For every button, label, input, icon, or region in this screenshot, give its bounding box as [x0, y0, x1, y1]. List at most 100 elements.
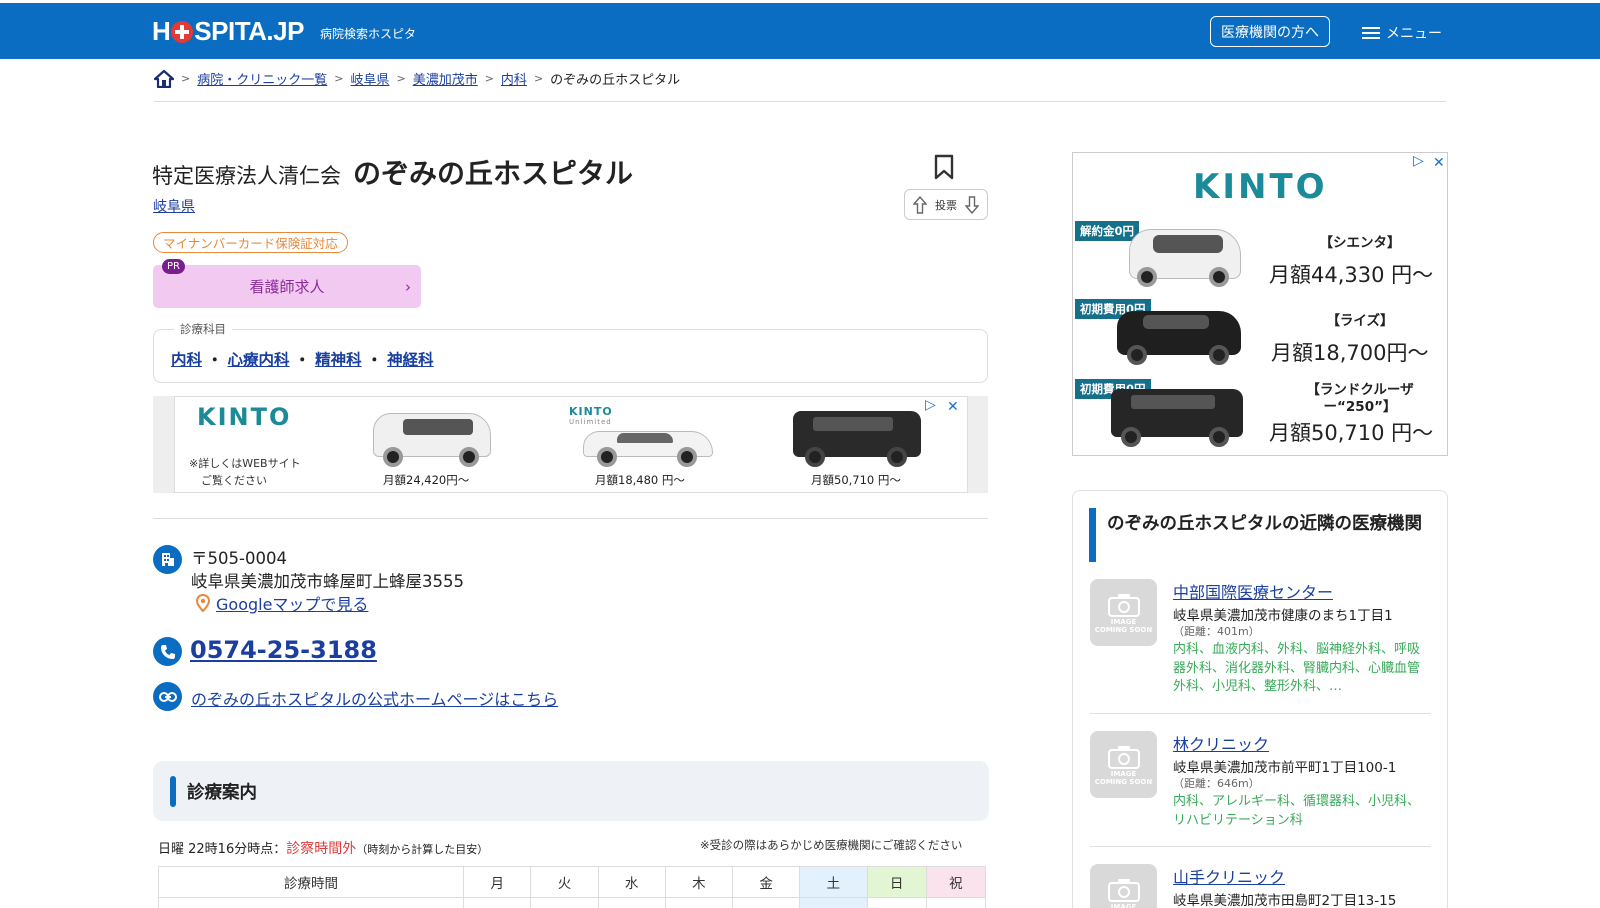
- nearby-distance: （距離：646m）: [1173, 777, 1260, 790]
- page-title: 特定医療法人清仁会 のぞみの丘ホスピタル: [152, 152, 633, 192]
- breadcrumb-separator: >: [484, 72, 494, 85]
- ad-car-landcruiser-image: [1109, 381, 1245, 451]
- ad-model-price: 月額18,700円〜: [1271, 341, 1429, 365]
- chevron-right-icon: ›: [405, 278, 411, 296]
- breadcrumb-hospital-list[interactable]: 病院・クリニック一覧: [197, 69, 327, 88]
- department-link[interactable]: 神経科: [387, 348, 434, 370]
- camera-icon: [1107, 593, 1140, 617]
- image-coming-soon-thumbnail[interactable]: IMAGE COMING SOON: [1090, 864, 1157, 908]
- schedule-header-wed: 水: [597, 866, 666, 898]
- nurse-recruit-button[interactable]: PR 看護師求人 ›: [153, 259, 421, 308]
- breadcrumb-separator: >: [181, 72, 191, 85]
- hospital-corporation: 特定医療法人清仁会: [152, 164, 341, 188]
- ad-kinto-logo: KINTO: [197, 403, 292, 431]
- logo-text-rest: SPITA.JP: [194, 16, 304, 46]
- nearby-address: 岐阜県美濃加茂市田島町2丁目13-15: [1173, 893, 1397, 908]
- breadcrumb-separator: >: [533, 72, 544, 85]
- ad-kinto-small-text: KINTO: [569, 405, 613, 418]
- schedule-header-hours: 診療時間: [157, 866, 465, 898]
- hours-status: 日曜 22時16分時点：診察時間外（時刻から計算した目安）: [158, 838, 488, 858]
- breadcrumb-city[interactable]: 美濃加茂市: [413, 69, 478, 88]
- ad-note: ※詳しくはWEBサイト ご覧ください: [189, 455, 301, 489]
- nearby-separator: [1090, 713, 1431, 714]
- nearby-name-link[interactable]: 山手クリニック: [1173, 864, 1285, 888]
- adchoices-icon[interactable]: ▷: [925, 397, 936, 413]
- phone-number-link[interactable]: 0574-25-3188: [190, 636, 377, 664]
- department-link[interactable]: 精神科: [315, 348, 362, 370]
- breadcrumb-prefecture[interactable]: 岐阜県: [350, 69, 389, 88]
- nearby-name-link[interactable]: 中部国際医療センター: [1173, 579, 1333, 603]
- ad-car-minivan-image: [373, 409, 493, 471]
- ad-car-raize-image: [1113, 301, 1243, 371]
- image-coming-soon-thumbnail[interactable]: IMAGE COMING SOON: [1090, 579, 1157, 646]
- official-homepage-link[interactable]: のぞみの丘ホスピタルの公式ホームページはこちら: [191, 686, 558, 710]
- schedule-header-tue: 火: [530, 866, 599, 898]
- ad-banner: KINTO ※詳しくはWEBサイト ご覧ください 月額24,420円〜 KINT…: [153, 396, 988, 493]
- section-divider: [153, 518, 988, 519]
- thumb-text: COMING SOON: [1094, 777, 1153, 786]
- vote-widget[interactable]: 投票: [904, 189, 988, 220]
- bookmark-icon[interactable]: [934, 154, 954, 180]
- ad-close-icon[interactable]: ✕: [1433, 155, 1445, 171]
- downvote-arrow-icon[interactable]: [965, 195, 979, 214]
- nearby-departments: 内科、アレルギー科、循環器科、小児科、リハビリテーション科: [1173, 794, 1421, 828]
- google-map-link-row: Googleマップで見る: [196, 591, 368, 615]
- schedule-header-sun: 日: [866, 866, 927, 898]
- nearby-title: のぞみの丘ホスピタルの近隣の医療機関: [1107, 514, 1422, 534]
- ad-close-icon[interactable]: ✕: [947, 399, 959, 415]
- link-icon: [153, 682, 182, 711]
- logo-cross-icon: [171, 20, 194, 43]
- sidebar-ad[interactable]: KINTO ▷ ✕ 解約金0円 【シエンタ】 月額44,330 円〜 初期費用0…: [1072, 152, 1448, 456]
- google-map-link[interactable]: Googleマップで見る: [216, 591, 368, 615]
- sidebar-ad-kinto-logo: KINTO: [1193, 167, 1328, 207]
- upvote-arrow-icon[interactable]: [913, 195, 927, 214]
- adchoices-icon[interactable]: ▷: [1413, 153, 1424, 169]
- schedule-header-mon: 月: [463, 866, 532, 898]
- department-separator: ・: [207, 351, 223, 369]
- ad-model-name: 【ランドクルーザー“250”】: [1306, 382, 1414, 415]
- nearby-address: 岐阜県美濃加茂市健康のまち1丁目1: [1173, 608, 1393, 624]
- breadcrumb: > 病院・クリニック一覧 > 岐阜県 > 美濃加茂市 > 内科 > のぞみの丘ホ…: [154, 68, 1446, 102]
- department-link[interactable]: 内科: [171, 348, 202, 370]
- department-box: 診療科目 内科 ・ 心療内科 ・ 精神科 ・ 神経科: [153, 321, 988, 383]
- for-medical-institutions-button[interactable]: 医療機関の方へ: [1210, 16, 1330, 47]
- image-coming-soon-thumbnail[interactable]: IMAGE COMING SOON: [1090, 731, 1157, 798]
- section-accent-bar: [170, 776, 176, 807]
- department-legend: 診療科目: [174, 321, 232, 337]
- thumb-text: COMING SOON: [1094, 625, 1153, 634]
- ad-note-line-1: ※詳しくはWEBサイト: [189, 457, 301, 470]
- phone-icon: [153, 637, 182, 666]
- ad-model-name: 【シエンタ】: [1319, 235, 1401, 251]
- site-logo[interactable]: H SPITA.JP: [152, 16, 304, 47]
- department-list: 内科 ・ 心療内科 ・ 精神科 ・ 神経科: [171, 348, 434, 370]
- ad-price: 月額24,420円〜: [383, 473, 470, 487]
- ad-car-sedan-image: [583, 419, 713, 469]
- address: 岐阜県美濃加茂市蜂屋町上蜂屋3555: [191, 572, 464, 591]
- nearby-address: 岐阜県美濃加茂市前平町1丁目100-1: [1173, 760, 1397, 776]
- nearby-distance: （距離：401m）: [1173, 625, 1260, 638]
- postal-code: 〒505-0004: [191, 549, 287, 568]
- nearby-name-link[interactable]: 林クリニック: [1173, 731, 1269, 755]
- breadcrumb-separator: >: [334, 72, 344, 85]
- ad-car-suv-image: [793, 407, 923, 471]
- ad-model-name: 【ライズ】: [1326, 313, 1394, 329]
- map-pin-icon: [196, 594, 210, 612]
- section-accent-bar: [1089, 508, 1096, 562]
- ad-model-price: 月額50,710 円〜: [1269, 421, 1434, 445]
- schedule-header-thu: 木: [664, 866, 734, 898]
- home-icon[interactable]: [154, 69, 174, 88]
- ad-car-sienta-image: [1125, 223, 1245, 293]
- department-link[interactable]: 心療内科: [228, 348, 290, 370]
- breadcrumb-department[interactable]: 内科: [501, 69, 527, 88]
- status-prefix: 日曜 22時16分時点：: [158, 842, 287, 857]
- prefecture-link[interactable]: 岐阜県: [153, 196, 195, 216]
- ad-banner-content[interactable]: KINTO ※詳しくはWEBサイト ご覧ください 月額24,420円〜 KINT…: [174, 396, 968, 493]
- menu-button[interactable]: メニュー: [1362, 23, 1442, 43]
- department-separator: ・: [294, 351, 311, 369]
- department-separator: ・: [366, 351, 383, 369]
- schedule-header-holiday: 祝: [925, 866, 987, 898]
- thumb-text: IMAGE: [1110, 902, 1137, 908]
- nearby-separator: [1090, 846, 1431, 847]
- site-header: H SPITA.JP 病院検索ホスピタ 医療機関の方へ メニュー: [0, 3, 1600, 59]
- pr-badge: PR: [162, 259, 185, 274]
